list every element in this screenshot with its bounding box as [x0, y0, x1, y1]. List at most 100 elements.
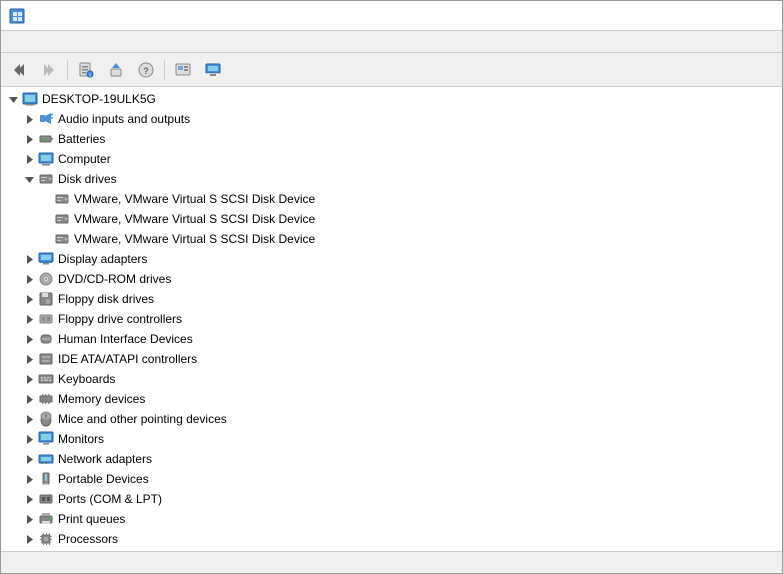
- expand-btn[interactable]: [21, 491, 37, 507]
- expand-btn[interactable]: [21, 291, 37, 307]
- window-icon: [9, 8, 25, 24]
- mice-icon: [37, 411, 55, 427]
- tree-item-monitors[interactable]: Monitors: [1, 429, 782, 449]
- floppy-disk-label: Floppy disk drives: [58, 292, 154, 306]
- collapse-btn[interactable]: [21, 171, 37, 187]
- tree-item-portable[interactable]: Portable Devices: [1, 469, 782, 489]
- title-bar: [1, 1, 782, 31]
- tree-item-print[interactable]: Print queues: [1, 509, 782, 529]
- portable-label: Portable Devices: [58, 472, 149, 486]
- disk2-label: VMware, VMware Virtual S SCSI Disk Devic…: [74, 212, 315, 226]
- portable-icon: [37, 471, 55, 487]
- disk-drives-label: Disk drives: [58, 172, 117, 186]
- tree-item-batteries[interactable]: Batteries: [1, 129, 782, 149]
- tree-item-memory[interactable]: Memory devices: [1, 389, 782, 409]
- tree-item-dvd[interactable]: DVD/CD-ROM drives: [1, 269, 782, 289]
- collapse-btn[interactable]: [5, 91, 21, 107]
- restore-button[interactable]: [680, 1, 726, 31]
- expand-placeholder[interactable]: [37, 191, 53, 207]
- expand-btn[interactable]: [21, 431, 37, 447]
- expand-btn[interactable]: [21, 451, 37, 467]
- tree-item-ports[interactable]: Ports (COM & LPT): [1, 489, 782, 509]
- expand-placeholder[interactable]: [37, 231, 53, 247]
- tree-item-floppy-disk[interactable]: Floppy disk drives: [1, 289, 782, 309]
- properties-button[interactable]: i: [72, 56, 100, 84]
- expand-btn[interactable]: [21, 371, 37, 387]
- disk1-label: VMware, VMware Virtual S SCSI Disk Devic…: [74, 192, 315, 206]
- window-controls: [632, 1, 774, 31]
- expand-btn[interactable]: [21, 391, 37, 407]
- expand-btn[interactable]: [21, 411, 37, 427]
- update-driver-button[interactable]: [102, 56, 130, 84]
- computer-button[interactable]: [199, 56, 227, 84]
- menu-view[interactable]: [37, 40, 53, 44]
- computer-icon: [37, 151, 55, 167]
- print-icon: [37, 511, 55, 527]
- expand-btn[interactable]: [21, 531, 37, 547]
- back-button[interactable]: [5, 56, 33, 84]
- expand-btn[interactable]: [21, 511, 37, 527]
- device-tree[interactable]: DESKTOP-19ULK5G Audio inputs and outputs B…: [1, 87, 782, 551]
- tree-item-floppy-ctrl[interactable]: Floppy drive controllers: [1, 309, 782, 329]
- tree-item-mice[interactable]: Mice and other pointing devices: [1, 409, 782, 429]
- tree-item-display[interactable]: Display adapters: [1, 249, 782, 269]
- ports-icon: [37, 491, 55, 507]
- status-bar: [1, 551, 782, 573]
- tree-item-root[interactable]: DESKTOP-19ULK5G: [1, 89, 782, 109]
- tree-item-processors[interactable]: Processors: [1, 529, 782, 549]
- processors-icon: [37, 531, 55, 547]
- expand-btn[interactable]: [21, 131, 37, 147]
- network-icon: [37, 451, 55, 467]
- computer-label: Computer: [58, 152, 111, 166]
- dvd-label: DVD/CD-ROM drives: [58, 272, 171, 286]
- tree-item-disk3[interactable]: VMware, VMware Virtual S SCSI Disk Devic…: [1, 229, 782, 249]
- help-button[interactable]: ?: [132, 56, 160, 84]
- floppy-disk-icon: [37, 291, 55, 307]
- expand-placeholder[interactable]: [37, 211, 53, 227]
- minimize-button[interactable]: [632, 1, 678, 31]
- tree-item-computer[interactable]: Computer: [1, 149, 782, 169]
- toolbar: i ?: [1, 53, 782, 87]
- expand-btn[interactable]: [21, 151, 37, 167]
- disk-drives-icon: [37, 171, 55, 187]
- mice-label: Mice and other pointing devices: [58, 412, 227, 426]
- menu-file[interactable]: [5, 40, 21, 44]
- expand-btn[interactable]: [21, 271, 37, 287]
- tree-item-disk2[interactable]: VMware, VMware Virtual S SCSI Disk Devic…: [1, 209, 782, 229]
- display-label: Display adapters: [58, 252, 147, 266]
- tree-item-keyboards[interactable]: Keyboards: [1, 369, 782, 389]
- tree-item-disk1[interactable]: VMware, VMware Virtual S SCSI Disk Devic…: [1, 189, 782, 209]
- ide-label: IDE ATA/ATAPI controllers: [58, 352, 197, 366]
- show-hidden-button[interactable]: [169, 56, 197, 84]
- tree-item-audio[interactable]: Audio inputs and outputs: [1, 109, 782, 129]
- hid-label: Human Interface Devices: [58, 332, 193, 346]
- tree-item-ide[interactable]: IDE ATA/ATAPI controllers: [1, 349, 782, 369]
- floppy-ctrl-icon: [37, 311, 55, 327]
- memory-icon: [37, 391, 55, 407]
- print-label: Print queues: [58, 512, 125, 526]
- root-icon: [21, 91, 39, 107]
- device-manager-window: i ?: [0, 0, 783, 574]
- disk2-icon: [53, 211, 71, 227]
- close-button[interactable]: [728, 1, 774, 31]
- menu-action[interactable]: [21, 40, 37, 44]
- tree-item-network[interactable]: Network adapters: [1, 449, 782, 469]
- processors-label: Processors: [58, 532, 118, 546]
- disk3-icon: [53, 231, 71, 247]
- audio-icon: [37, 111, 55, 127]
- expand-btn[interactable]: [21, 311, 37, 327]
- forward-button[interactable]: [35, 56, 63, 84]
- expand-btn[interactable]: [21, 331, 37, 347]
- hid-icon: [37, 331, 55, 347]
- expand-btn[interactable]: [21, 471, 37, 487]
- audio-label: Audio inputs and outputs: [58, 112, 190, 126]
- dvd-icon: [37, 271, 55, 287]
- svg-text:i: i: [89, 73, 90, 79]
- expand-btn[interactable]: [21, 111, 37, 127]
- expand-btn[interactable]: [21, 251, 37, 267]
- expand-btn[interactable]: [21, 351, 37, 367]
- tree-item-disk-drives[interactable]: Disk drives: [1, 169, 782, 189]
- svg-text:?: ?: [143, 66, 149, 76]
- menu-help[interactable]: [53, 40, 69, 44]
- tree-item-hid[interactable]: Human Interface Devices: [1, 329, 782, 349]
